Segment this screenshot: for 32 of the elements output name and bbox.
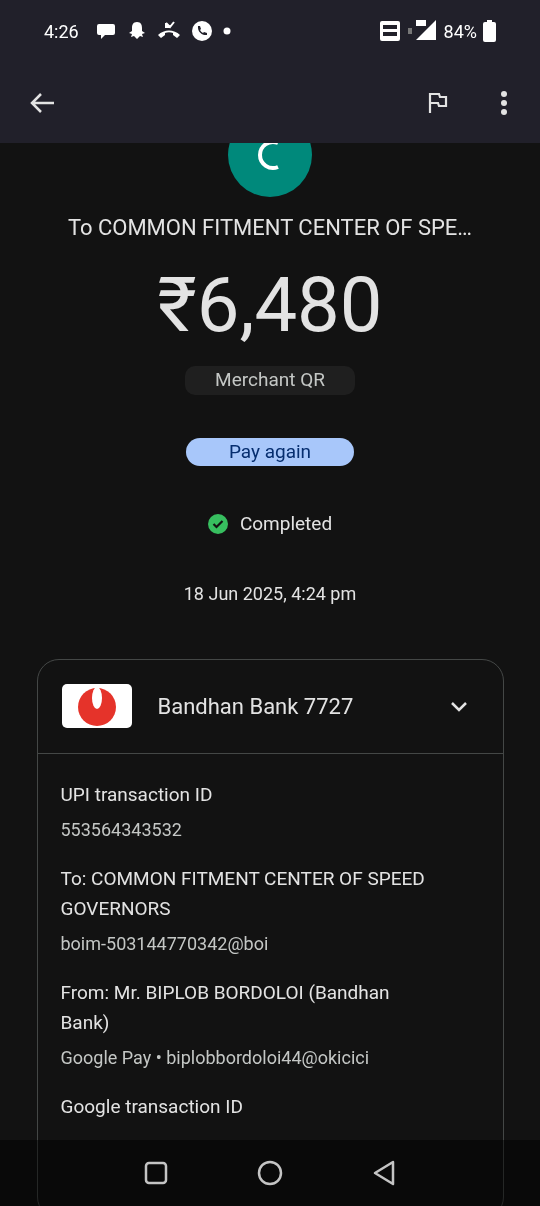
dot-icon: [222, 27, 231, 35]
detail-value: 553564343532: [60, 817, 183, 842]
recipient-name: To COMMON FITMENT CENTER OF SPE…: [67, 214, 473, 242]
pay-again-button[interactable]: Pay again: [186, 437, 354, 466]
back-nav-icon[interactable]: [371, 1160, 396, 1186]
payment-method-chip: Merchant QR: [185, 366, 355, 395]
phone-circle-icon: [190, 20, 213, 42]
volte-icon: [379, 21, 400, 41]
signal-icon: [405, 20, 438, 42]
back-icon: [29, 91, 55, 114]
detail-value: boim-503144770342@boi: [60, 931, 270, 956]
chat-icon: [96, 22, 117, 40]
battery-percent: 84%: [443, 19, 477, 44]
detail-label: From: Mr. BIPLOB BORDOLOI (Bandhan Bank): [60, 979, 391, 1036]
battery-icon: [483, 20, 496, 42]
status-text: Completed: [239, 511, 333, 537]
detail-label: To: COMMON FITMENT CENTER OF SPEED GOVERNORS: [60, 865, 426, 922]
detail-label: UPI transaction ID: [60, 781, 214, 808]
recents-icon[interactable]: [144, 1161, 169, 1185]
more-icon: [500, 89, 508, 116]
missed-call-icon: [156, 21, 181, 41]
bank-account: Bandhan Bank 7727: [157, 692, 355, 721]
bank-logo-icon: [61, 684, 132, 728]
detail-label: Google transaction ID: [60, 1093, 244, 1120]
amount: ₹6,480: [157, 260, 383, 350]
status-time: 4:26: [44, 19, 79, 44]
home-icon[interactable]: [257, 1160, 283, 1186]
transaction-date: 18 Jun 2025, 4:24 pm: [183, 581, 357, 606]
flag-icon: [428, 91, 448, 114]
chevron-icon: [449, 700, 468, 712]
detail-value: Google Pay • biplobbordoloi44@okicici: [60, 1045, 371, 1070]
check-circle-icon: [207, 514, 228, 535]
